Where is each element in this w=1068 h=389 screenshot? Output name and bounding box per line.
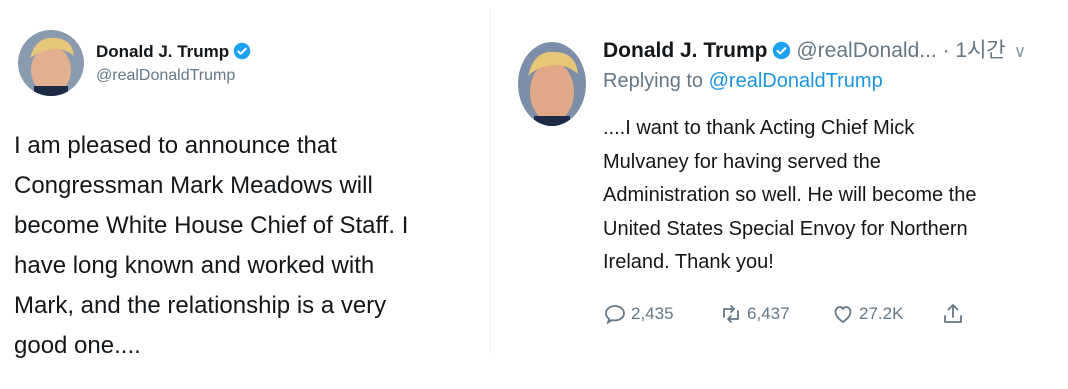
avatar-image (518, 42, 586, 126)
author-name[interactable]: Donald J. Trump (603, 39, 768, 62)
author-row: Donald J. Trump (96, 42, 251, 65)
tweet-header: Donald J. Trump @realDonald... · 1시간 ∨ (603, 34, 1026, 66)
author-handle[interactable]: @realDonaldTrump (96, 67, 235, 85)
like-count: 27.2K (859, 304, 904, 323)
reply-icon (605, 305, 625, 325)
right-tweet-card: Donald J. Trump @realDonald... · 1시간 ∨ Re… (490, 8, 1068, 353)
handle-and-time[interactable]: @realDonald... · 1시간 (796, 39, 1005, 62)
author-name[interactable]: Donald J. Trump (96, 42, 229, 61)
share-button[interactable] (941, 302, 969, 326)
avatar[interactable] (518, 42, 586, 126)
tweet-text: ....I want to thank Acting Chief Mick Mu… (603, 117, 977, 273)
reply-prefix: Replying to (603, 70, 709, 92)
like-button[interactable]: 27.2K (831, 302, 903, 326)
retweet-count: 6,437 (747, 304, 790, 323)
heart-icon (834, 306, 852, 324)
reply-context: Replying to @realDonaldTrump (603, 70, 883, 93)
chevron-down-icon[interactable]: ∨ (1014, 42, 1026, 61)
reply-count: 2,435 (631, 304, 674, 323)
retweet-button[interactable]: 6,437 (719, 302, 790, 326)
tweet-actions: 2,435 6,437 27.2K (603, 302, 1043, 330)
share-icon (944, 304, 962, 323)
tweet-text: I am pleased to announce that Congressma… (14, 132, 409, 359)
left-tweet-card: Donald J. Trump @realDonaldTrump I am pl… (0, 0, 490, 389)
avatar[interactable] (18, 30, 84, 96)
reply-button[interactable]: 2,435 (603, 302, 674, 326)
verified-badge-icon (233, 42, 251, 65)
retweet-icon (723, 305, 739, 323)
reply-mention-link[interactable]: @realDonaldTrump (709, 70, 883, 92)
verified-badge-icon (772, 41, 791, 66)
avatar-image (18, 30, 84, 96)
